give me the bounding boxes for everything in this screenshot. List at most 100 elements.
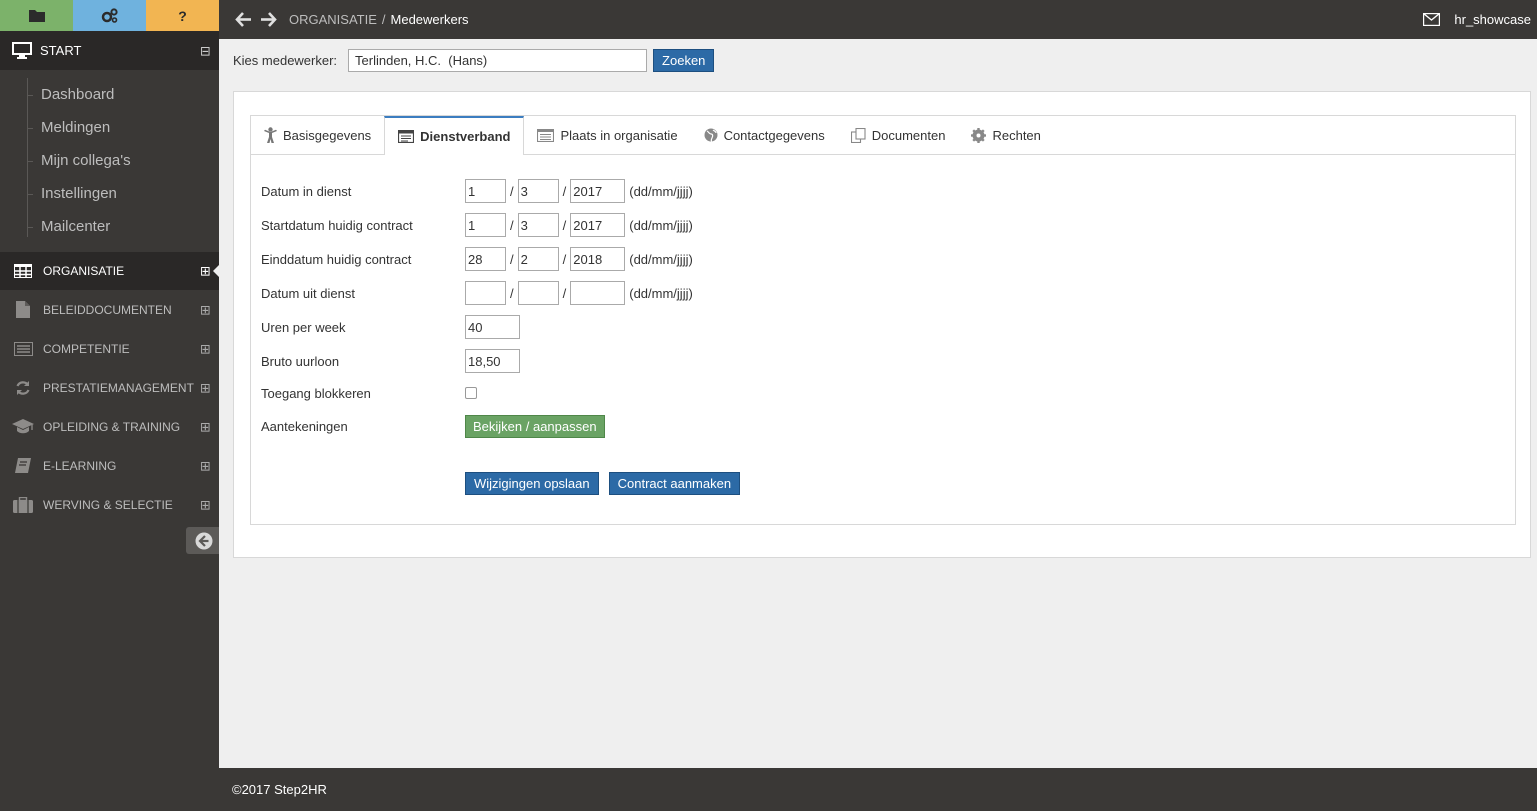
monitor-icon xyxy=(12,42,32,59)
folder-tab[interactable] xyxy=(0,0,73,31)
list-icon xyxy=(12,341,34,356)
sidebar-item-label: WERVING & SELECTIE xyxy=(43,497,173,512)
label-datum-uit-dienst: Datum uit dienst xyxy=(261,285,355,301)
uren-per-week-input[interactable] xyxy=(465,315,520,339)
save-button[interactable]: Wijzigingen opslaan xyxy=(465,472,599,495)
datum-uit-dienst-day[interactable] xyxy=(465,281,506,305)
row-toegang-blokkeren: Toegang blokkeren xyxy=(261,378,740,408)
arrow-left-circle-icon xyxy=(195,532,212,549)
startdatum-day[interactable] xyxy=(465,213,506,237)
expand-icon[interactable]: ⊞ xyxy=(200,303,211,316)
bruto-uurloon-input[interactable] xyxy=(465,349,520,373)
aantekeningen-button[interactable]: Bekijken / aanpassen xyxy=(465,414,605,438)
expand-icon[interactable]: ⊞ xyxy=(200,459,211,472)
expand-icon[interactable]: ⊞ xyxy=(200,420,211,433)
copyright: ©2017 Step2HR xyxy=(232,782,327,797)
startdatum-month[interactable] xyxy=(517,213,559,237)
tab-rechten[interactable]: Rechten xyxy=(958,116,1053,154)
label-toegang-blokkeren: Toegang blokkeren xyxy=(261,385,371,401)
cog-icon xyxy=(971,127,987,143)
mail-icon[interactable] xyxy=(1423,13,1441,26)
sidebar-item-werving-selectie[interactable]: WERVING & SELECTIE ⊞ xyxy=(0,485,219,524)
sidebar-collapse-button[interactable] xyxy=(186,527,221,554)
row-datum-in-dienst: Datum in dienst / / (dd/mm/jjjj) xyxy=(261,174,740,208)
sidebar-item-competentie[interactable]: COMPETENTIE ⊞ xyxy=(0,329,219,368)
row-aantekeningen: Aantekeningen Bekijken / aanpassen xyxy=(261,408,740,444)
graduation-cap-icon xyxy=(12,419,34,434)
employee-search-input[interactable] xyxy=(348,49,648,72)
sidebar-section-start[interactable]: START ⊟ xyxy=(0,31,219,70)
datum-uit-dienst-year[interactable] xyxy=(570,281,626,305)
sidebar: ? START ⊟ Dashboard Meldingen Mijn colle… xyxy=(0,0,221,811)
sidebar-item-prestatiemanagement[interactable]: PRESTATIEMANAGEMENT ⊞ xyxy=(0,368,219,407)
sidebar-item-organisatie[interactable]: ORGANISATIE ⊞ xyxy=(0,252,219,290)
datum-in-dienst-day[interactable] xyxy=(465,179,506,203)
date-separator: / xyxy=(510,217,514,233)
date-separator: / xyxy=(562,251,567,267)
einddatum-month[interactable] xyxy=(517,247,559,271)
tab-dienstverband[interactable]: Dienstverband xyxy=(384,116,525,155)
sidebar-item-label: BELEIDDOCUMENTEN xyxy=(43,302,172,317)
sidebar-item-label: E-LEARNING xyxy=(43,458,117,473)
tab-label: Contactgegevens xyxy=(723,127,825,143)
label-startdatum: Startdatum huidig contract xyxy=(261,217,413,233)
sidebar-item-meldingen[interactable]: Meldingen xyxy=(0,111,219,144)
dienstverband-form: Datum in dienst / / (dd/mm/jjjj) Startda… xyxy=(261,174,741,495)
label-bruto-uurloon: Bruto uurloon xyxy=(261,353,340,369)
form-actions: Wijzigingen opslaan Contract aanmaken xyxy=(465,472,741,495)
sidebar-item-beleiddocumenten[interactable]: BELEIDDOCUMENTEN ⊞ xyxy=(0,290,219,329)
settings-tab[interactable] xyxy=(73,0,146,31)
expand-icon[interactable]: ⊞ xyxy=(200,381,211,394)
footer: ©2017 Step2HR xyxy=(219,768,1537,811)
sidebar-item-label: OPLEIDING & TRAINING xyxy=(43,419,181,434)
tab-label: Dienstverband xyxy=(420,129,511,144)
sidebar-item-e-learning[interactable]: E-LEARNING ⊞ xyxy=(0,446,219,485)
breadcrumb-section[interactable]: ORGANISATIE xyxy=(289,12,377,27)
label-aantekeningen: Aantekeningen xyxy=(261,418,348,434)
tab-basisgegevens[interactable]: Basisgegevens xyxy=(251,116,384,154)
sidebar-section-start-label: START xyxy=(40,43,82,58)
expand-icon[interactable]: ⊞ xyxy=(200,498,211,511)
tab-documenten[interactable]: Documenten xyxy=(838,116,959,154)
top-header: ORGANISATIE / Medewerkers hr_showcase xyxy=(219,0,1537,39)
sidebar-item-label: PRESTATIEMANAGEMENT xyxy=(43,380,194,395)
sidebar-item-mailcenter[interactable]: Mailcenter xyxy=(0,210,219,243)
date-separator: / xyxy=(510,285,514,301)
date-separator: / xyxy=(562,183,567,199)
help-icon: ? xyxy=(178,7,187,24)
back-arrow-icon[interactable] xyxy=(235,12,252,27)
datum-in-dienst-month[interactable] xyxy=(517,179,559,203)
tab-label: Plaats in organisatie xyxy=(560,127,678,143)
tab-plaats-in-organisatie[interactable]: Plaats in organisatie xyxy=(524,116,690,154)
user-name[interactable]: hr_showcase xyxy=(1454,12,1531,27)
datum-uit-dienst-month[interactable] xyxy=(517,281,559,305)
forward-arrow-icon[interactable] xyxy=(260,12,277,27)
startdatum-year[interactable] xyxy=(570,213,626,237)
create-contract-button[interactable]: Contract aanmaken xyxy=(608,472,741,495)
einddatum-day[interactable] xyxy=(465,247,506,271)
sidebar-item-dashboard[interactable]: Dashboard xyxy=(0,78,219,111)
search-button[interactable]: Zoeken xyxy=(653,49,715,72)
expand-icon[interactable]: ⊞ xyxy=(200,265,211,278)
breadcrumb-page: Medewerkers xyxy=(390,12,469,27)
main-content: Kies medewerker: Zoeken Basisgegevens Di… xyxy=(219,39,1537,768)
einddatum-year[interactable] xyxy=(570,247,626,271)
row-einddatum: Einddatum huidig contract / / (dd/mm/jjj… xyxy=(261,242,740,276)
tab-bar: Basisgegevens Dienstverband Plaats in or… xyxy=(251,116,1515,155)
employee-search-label: Kies medewerker: xyxy=(233,53,338,68)
sidebar-item-opleiding-training[interactable]: OPLEIDING & TRAINING ⊞ xyxy=(0,407,219,446)
table-icon xyxy=(12,264,34,278)
expand-icon[interactable]: ⊞ xyxy=(200,342,211,355)
date-format-hint: (dd/mm/jjjj) xyxy=(629,285,693,301)
collapse-icon[interactable]: ⊟ xyxy=(200,44,211,57)
datum-in-dienst-year[interactable] xyxy=(570,179,626,203)
label-uren-per-week: Uren per week xyxy=(261,319,346,335)
sidebar-item-mijn-collegas[interactable]: Mijn collega's xyxy=(0,144,219,177)
date-format-hint: (dd/mm/jjjj) xyxy=(629,251,693,267)
help-tab[interactable]: ? xyxy=(146,0,219,31)
tab-contactgegevens[interactable]: Contactgegevens xyxy=(691,116,838,154)
employee-panel: Basisgegevens Dienstverband Plaats in or… xyxy=(233,91,1531,558)
sidebar-item-instellingen[interactable]: Instellingen xyxy=(0,177,219,210)
row-bruto-uurloon: Bruto uurloon xyxy=(261,344,740,378)
toegang-blokkeren-checkbox[interactable] xyxy=(465,387,477,399)
